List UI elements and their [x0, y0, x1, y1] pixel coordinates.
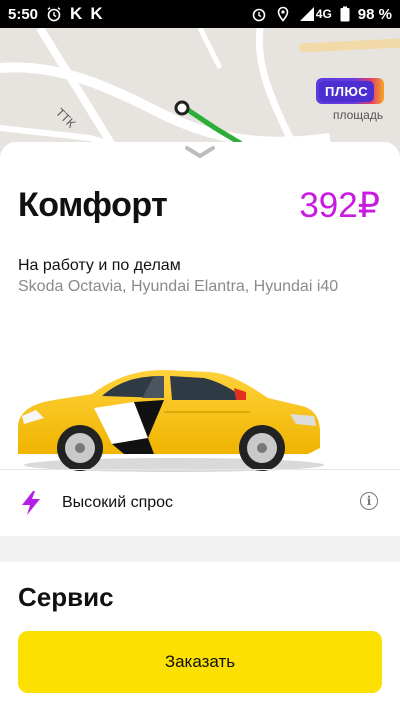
- plus-badge-label: ПЛЮС: [319, 80, 375, 102]
- status-right: 4G 98 %: [251, 6, 392, 23]
- signal-icon: [299, 7, 314, 21]
- map-view[interactable]: ТТК ПЛЮС площадь: [0, 28, 400, 158]
- app-notification-k-icon: K: [70, 4, 83, 23]
- tariff-car-models: Skoda Octavia, Hyundai Elantra, Hyundai …: [18, 278, 339, 295]
- network-type: 4G: [315, 7, 332, 21]
- chevron-down-icon[interactable]: [184, 145, 216, 159]
- high-demand-label: Высокий спрос: [62, 494, 174, 511]
- status-left: 5:50 K K: [8, 4, 103, 24]
- battery-icon: [340, 6, 350, 22]
- order-bar: Заказать: [0, 624, 400, 711]
- lightning-bolt-icon: [22, 491, 40, 515]
- alarm-icon: [252, 8, 266, 22]
- signal-group: 4G: [299, 6, 332, 22]
- tariff-title: Комфорт: [18, 186, 168, 224]
- info-icon[interactable]: i: [360, 492, 378, 510]
- tariff-description: На работу и по делам: [18, 257, 181, 274]
- car-image: [18, 370, 324, 472]
- high-demand-row[interactable]: Высокий спрос i: [0, 470, 400, 536]
- plus-badge[interactable]: ПЛЮС: [316, 78, 384, 104]
- alarm-icon: [47, 7, 61, 22]
- tariff-sheet: Комфорт 392₽ На работу и по делам Skoda …: [0, 142, 400, 711]
- location-icon: [277, 6, 289, 22]
- section-separator: [0, 536, 400, 562]
- app-notification-k-icon: K: [90, 4, 103, 23]
- status-bar: 5:50 K K 4G 98 %: [0, 0, 400, 28]
- status-time: 5:50: [8, 5, 39, 23]
- service-section-title: Сервис: [18, 582, 114, 612]
- battery-level: 98 %: [357, 5, 392, 23]
- order-button[interactable]: Заказать: [18, 631, 382, 693]
- map-place-label: площадь: [333, 108, 384, 122]
- tariff-price: 392₽: [299, 186, 380, 225]
